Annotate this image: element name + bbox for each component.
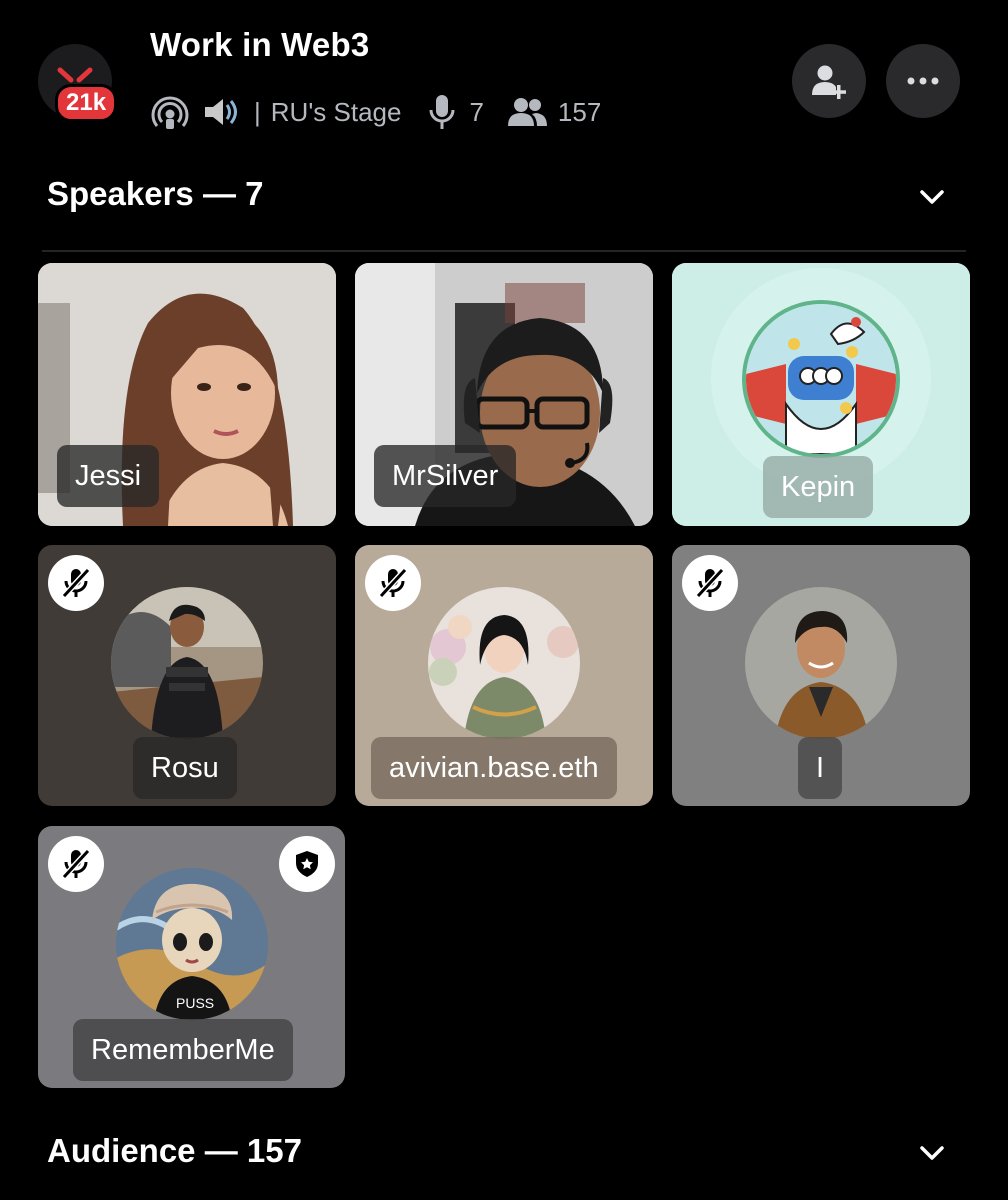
audience-section-title: Audience — 157 [47,1132,302,1169]
muted-mic-icon [48,555,104,611]
speaker-name: avivian.base.eth [371,737,617,799]
speaker-name: Jessi [57,445,160,507]
more-icon [907,77,939,85]
speaker-volume-icon [200,92,240,132]
listener-count: 157 [557,96,602,127]
separator: | [254,96,261,127]
chevron-down-icon [920,190,944,204]
speaker-name: I [798,737,843,799]
moderator-shield-icon [279,836,335,892]
speakers-section-title: Speakers — 7 [47,175,264,212]
muted-mic-icon [365,555,421,611]
speaker-name: RememberMe [73,1019,293,1081]
avatar [428,587,580,739]
speaker-tile-kepin[interactable]: Kepin [672,263,970,526]
speaker-name: Kepin [763,456,874,518]
invite-button[interactable] [792,44,866,118]
stage-icon [150,92,190,132]
stage-name: RU's Stage [270,96,402,127]
muted-mic-icon [682,555,738,611]
speakers-collapse-button[interactable] [915,180,949,219]
svg-text:PUSS: PUSS [176,995,214,1011]
avatar [742,300,900,458]
avatar [745,587,897,739]
stage-info-row: | RU's Stage 7 157 [150,90,601,134]
speaker-name: Rosu [133,737,237,799]
server-notification-badge: 21k [55,84,118,122]
avatar: PUSS [116,868,268,1020]
speaker-tile-avivian[interactable]: avivian.base.eth [355,545,653,806]
speaker-tile-jessi[interactable]: Jessi [38,263,336,526]
add-friend-icon [812,65,846,99]
speaker-count: 7 [469,96,484,127]
speaker-tile-rememberme[interactable]: PUSS RememberMe [38,826,345,1088]
speaker-tile-i[interactable]: I [672,545,970,806]
microphone-icon [427,92,457,132]
avatar [111,587,263,739]
chevron-down-icon [920,1146,944,1160]
audience-collapse-button[interactable] [915,1136,949,1175]
people-icon [506,92,548,132]
stage-title: Work in Web3 [150,26,370,63]
section-divider [42,250,966,252]
muted-mic-icon [48,836,104,892]
speaker-tile-rosu[interactable]: Rosu [38,545,336,806]
speaker-name: MrSilver [374,445,517,507]
more-options-button[interactable] [886,44,960,118]
speaker-tile-mrsilver[interactable]: MrSilver [355,263,653,526]
